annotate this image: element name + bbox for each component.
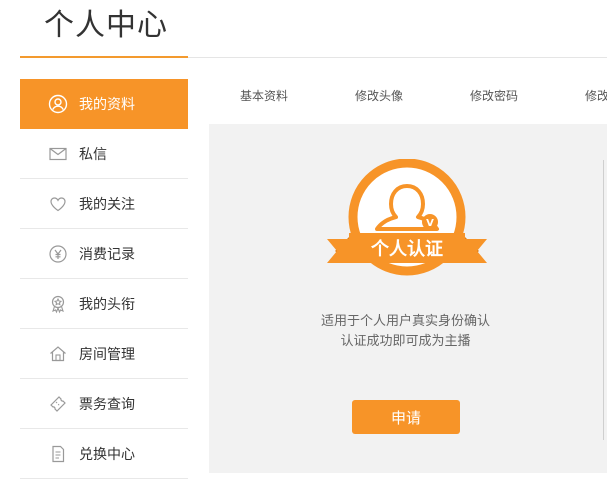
ticket-icon xyxy=(48,394,68,414)
sidebar-item-ticket-query[interactable]: 票务查询 xyxy=(20,379,188,429)
personal-verification-badge-icon: V 个人认证 xyxy=(327,159,487,276)
sidebar-item-label: 票务查询 xyxy=(79,396,135,413)
badge-text: 个人认证 xyxy=(370,238,443,260)
sidebar-item-label: 我的头衔 xyxy=(79,296,135,313)
sidebar-item-following[interactable]: 我的关注 xyxy=(20,179,188,229)
tab-more[interactable]: 修改 xyxy=(585,78,607,114)
tab-change-password[interactable]: 修改密码 xyxy=(470,78,518,114)
panel-edge xyxy=(603,160,604,440)
sidebar-item-room-management[interactable]: 房间管理 xyxy=(20,329,188,379)
description-line-2: 认证成功即可成为主播 xyxy=(340,334,471,349)
document-icon xyxy=(48,444,68,464)
sidebar-item-messages[interactable]: 私信 xyxy=(20,129,188,179)
tab-change-avatar[interactable]: 修改头像 xyxy=(355,78,403,114)
house-icon xyxy=(48,344,68,364)
tab-basic-info[interactable]: 基本资料 xyxy=(240,78,288,114)
sidebar-item-my-titles[interactable]: 我的头衔 xyxy=(20,279,188,329)
title-underline xyxy=(20,56,188,58)
medal-icon xyxy=(48,294,68,314)
mail-icon xyxy=(48,144,68,164)
user-icon xyxy=(48,94,68,114)
verification-panel: V 个人认证 适用于个人用户真实身份确认 认证成功即可成为主播 申请 xyxy=(209,124,607,473)
sidebar: 我的资料 私信 我的关注 消费记录 我的头衔 房间管理 票务查询 兑换中心 xyxy=(20,79,188,479)
sidebar-item-spending-records[interactable]: 消费记录 xyxy=(20,229,188,279)
apply-button[interactable]: 申请 xyxy=(352,400,460,434)
sidebar-item-label: 我的资料 xyxy=(79,96,135,113)
sidebar-item-label: 房间管理 xyxy=(79,346,135,363)
badge-mark: V xyxy=(426,218,434,229)
yen-icon xyxy=(48,244,68,264)
description-line-1: 适用于个人用户真实身份确认 xyxy=(320,314,490,329)
tab-bar: 基本资料 修改头像 修改密码 修改 xyxy=(209,78,607,114)
sidebar-item-label: 我的关注 xyxy=(79,196,135,213)
sidebar-item-my-profile[interactable]: 我的资料 xyxy=(20,79,188,129)
sidebar-item-label: 兑换中心 xyxy=(79,446,135,463)
sidebar-item-label: 私信 xyxy=(79,146,107,163)
header-divider xyxy=(188,57,607,58)
sidebar-item-redeem-center[interactable]: 兑换中心 xyxy=(20,429,188,479)
heart-icon xyxy=(48,194,68,214)
sidebar-item-label: 消费记录 xyxy=(79,246,135,263)
page-title: 个人中心 xyxy=(44,8,168,43)
